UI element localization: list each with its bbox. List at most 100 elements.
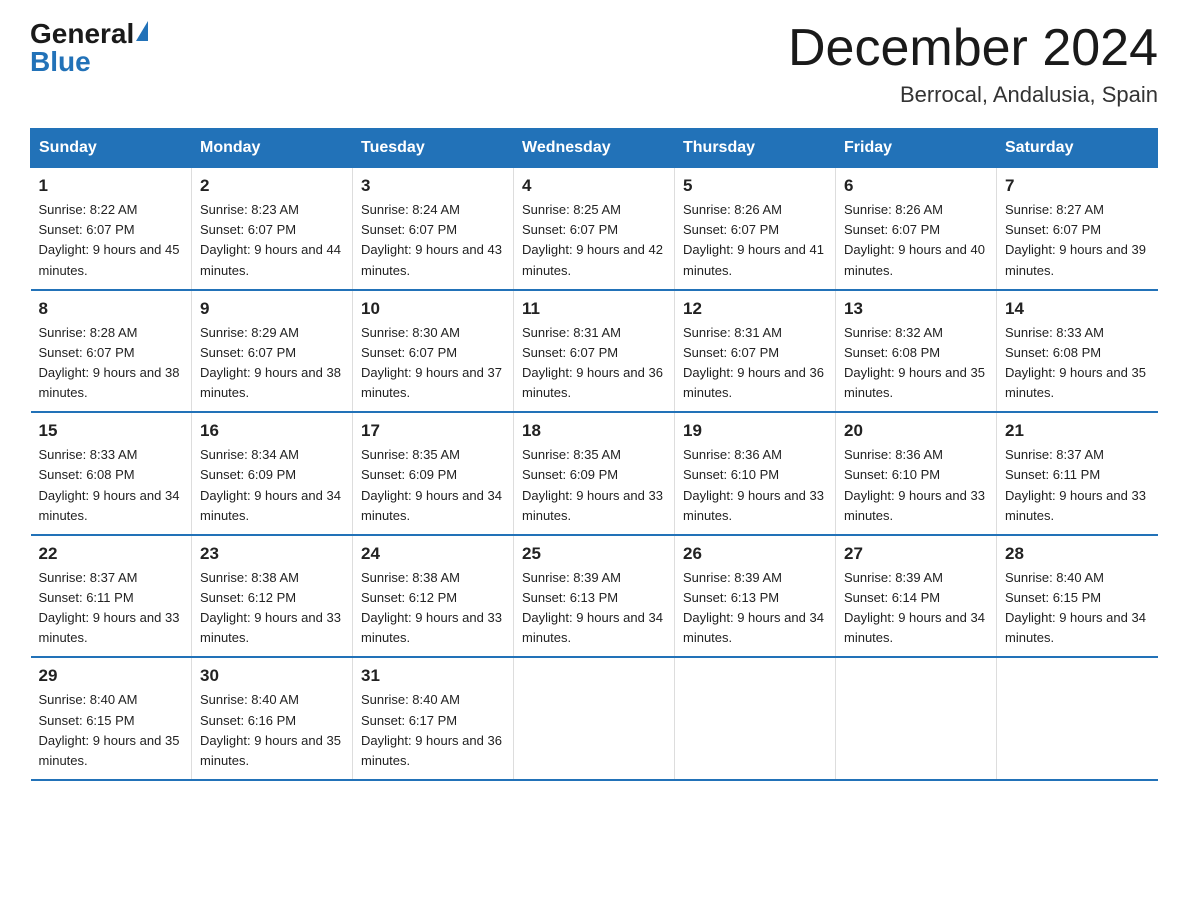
- calendar-cell: 27 Sunrise: 8:39 AMSunset: 6:14 PMDayligh…: [836, 535, 997, 658]
- day-info: Sunrise: 8:32 AMSunset: 6:08 PMDaylight:…: [844, 323, 988, 404]
- day-number: 5: [683, 176, 827, 196]
- header-day-wednesday: Wednesday: [514, 129, 675, 168]
- calendar-cell: 28 Sunrise: 8:40 AMSunset: 6:15 PMDayligh…: [997, 535, 1158, 658]
- week-row-3: 15Sunrise: 8:33 AMSunset: 6:08 PMDayligh…: [31, 412, 1158, 535]
- day-info: Sunrise: 8:40 AMSunset: 6:15 PMDaylight:…: [39, 690, 184, 771]
- day-info: Sunrise: 8:38 AMSunset: 6:12 PMDaylight:…: [200, 568, 344, 649]
- day-info: Sunrise: 8:37 AMSunset: 6:11 PMDaylight:…: [1005, 445, 1150, 526]
- calendar-cell: 8 Sunrise: 8:28 AMSunset: 6:07 PMDaylight…: [31, 290, 192, 413]
- calendar-cell: 30 Sunrise: 8:40 AMSunset: 6:16 PMDayligh…: [192, 657, 353, 780]
- day-number: 22: [39, 544, 184, 564]
- header-day-tuesday: Tuesday: [353, 129, 514, 168]
- week-row-2: 8 Sunrise: 8:28 AMSunset: 6:07 PMDaylight…: [31, 290, 1158, 413]
- title-block: December 2024 Berrocal, Andalusia, Spain: [788, 20, 1158, 108]
- day-info: Sunrise: 8:31 AMSunset: 6:07 PMDaylight:…: [522, 323, 666, 404]
- calendar-cell: 3 Sunrise: 8:24 AMSunset: 6:07 PMDaylight…: [353, 168, 514, 290]
- day-number: 14: [1005, 299, 1150, 319]
- day-number: 3: [361, 176, 505, 196]
- day-number: 7: [1005, 176, 1150, 196]
- month-title: December 2024: [788, 20, 1158, 77]
- day-number: 31: [361, 666, 505, 686]
- day-number: 4: [522, 176, 666, 196]
- logo: General Blue: [30, 20, 148, 76]
- day-number: 28: [1005, 544, 1150, 564]
- day-info: Sunrise: 8:38 AMSunset: 6:12 PMDaylight:…: [361, 568, 505, 649]
- calendar-cell: 11 Sunrise: 8:31 AMSunset: 6:07 PMDayligh…: [514, 290, 675, 413]
- day-number: 25: [522, 544, 666, 564]
- day-info: Sunrise: 8:33 AMSunset: 6:08 PMDaylight:…: [1005, 323, 1150, 404]
- calendar-cell: 24 Sunrise: 8:38 AMSunset: 6:12 PMDayligh…: [353, 535, 514, 658]
- logo-triangle-icon: [136, 21, 148, 41]
- day-info: Sunrise: 8:24 AMSunset: 6:07 PMDaylight:…: [361, 200, 505, 281]
- day-number: 13: [844, 299, 988, 319]
- calendar-cell: 18Sunrise: 8:35 AMSunset: 6:09 PMDayligh…: [514, 412, 675, 535]
- calendar-cell: 26 Sunrise: 8:39 AMSunset: 6:13 PMDayligh…: [675, 535, 836, 658]
- day-number: 30: [200, 666, 344, 686]
- day-number: 26: [683, 544, 827, 564]
- day-info: Sunrise: 8:39 AMSunset: 6:13 PMDaylight:…: [683, 568, 827, 649]
- calendar-cell: 19 Sunrise: 8:36 AMSunset: 6:10 PMDayligh…: [675, 412, 836, 535]
- page-header: General Blue December 2024 Berrocal, And…: [30, 20, 1158, 108]
- header-day-sunday: Sunday: [31, 129, 192, 168]
- calendar-cell: 4 Sunrise: 8:25 AMSunset: 6:07 PMDaylight…: [514, 168, 675, 290]
- week-row-4: 22 Sunrise: 8:37 AMSunset: 6:11 PMDayligh…: [31, 535, 1158, 658]
- header-day-saturday: Saturday: [997, 129, 1158, 168]
- calendar-cell: 7Sunrise: 8:27 AMSunset: 6:07 PMDaylight…: [997, 168, 1158, 290]
- day-info: Sunrise: 8:39 AMSunset: 6:14 PMDaylight:…: [844, 568, 988, 649]
- day-number: 29: [39, 666, 184, 686]
- day-info: Sunrise: 8:40 AMSunset: 6:17 PMDaylight:…: [361, 690, 505, 771]
- day-info: Sunrise: 8:36 AMSunset: 6:10 PMDaylight:…: [844, 445, 988, 526]
- day-info: Sunrise: 8:40 AMSunset: 6:16 PMDaylight:…: [200, 690, 344, 771]
- day-number: 17: [361, 421, 505, 441]
- week-row-5: 29 Sunrise: 8:40 AMSunset: 6:15 PMDayligh…: [31, 657, 1158, 780]
- calendar-cell: 31 Sunrise: 8:40 AMSunset: 6:17 PMDayligh…: [353, 657, 514, 780]
- day-number: 27: [844, 544, 988, 564]
- day-info: Sunrise: 8:35 AMSunset: 6:09 PMDaylight:…: [522, 445, 666, 526]
- day-info: Sunrise: 8:40 AMSunset: 6:15 PMDaylight:…: [1005, 568, 1150, 649]
- calendar-cell: [997, 657, 1158, 780]
- calendar-header: SundayMondayTuesdayWednesdayThursdayFrid…: [31, 129, 1158, 168]
- calendar-cell: 9 Sunrise: 8:29 AMSunset: 6:07 PMDaylight…: [192, 290, 353, 413]
- logo-blue-text: Blue: [30, 48, 91, 76]
- day-number: 12: [683, 299, 827, 319]
- day-number: 2: [200, 176, 344, 196]
- calendar-cell: 6Sunrise: 8:26 AMSunset: 6:07 PMDaylight…: [836, 168, 997, 290]
- calendar-cell: 12 Sunrise: 8:31 AMSunset: 6:07 PMDayligh…: [675, 290, 836, 413]
- day-number: 10: [361, 299, 505, 319]
- day-number: 24: [361, 544, 505, 564]
- day-info: Sunrise: 8:37 AMSunset: 6:11 PMDaylight:…: [39, 568, 184, 649]
- day-number: 11: [522, 299, 666, 319]
- logo-general-text: General: [30, 20, 134, 48]
- calendar-cell: [514, 657, 675, 780]
- calendar-cell: 13 Sunrise: 8:32 AMSunset: 6:08 PMDayligh…: [836, 290, 997, 413]
- day-info: Sunrise: 8:22 AMSunset: 6:07 PMDaylight:…: [39, 200, 184, 281]
- day-info: Sunrise: 8:26 AMSunset: 6:07 PMDaylight:…: [683, 200, 827, 281]
- day-number: 6: [844, 176, 988, 196]
- day-number: 19: [683, 421, 827, 441]
- calendar-cell: 17 Sunrise: 8:35 AMSunset: 6:09 PMDayligh…: [353, 412, 514, 535]
- day-info: Sunrise: 8:35 AMSunset: 6:09 PMDaylight:…: [361, 445, 505, 526]
- day-info: Sunrise: 8:34 AMSunset: 6:09 PMDaylight:…: [200, 445, 344, 526]
- day-number: 8: [39, 299, 184, 319]
- day-info: Sunrise: 8:39 AMSunset: 6:13 PMDaylight:…: [522, 568, 666, 649]
- calendar-body: 1Sunrise: 8:22 AMSunset: 6:07 PMDaylight…: [31, 168, 1158, 780]
- calendar-cell: 23Sunrise: 8:38 AMSunset: 6:12 PMDayligh…: [192, 535, 353, 658]
- calendar-cell: 5 Sunrise: 8:26 AMSunset: 6:07 PMDaylight…: [675, 168, 836, 290]
- day-info: Sunrise: 8:30 AMSunset: 6:07 PMDaylight:…: [361, 323, 505, 404]
- header-day-thursday: Thursday: [675, 129, 836, 168]
- calendar-table: SundayMondayTuesdayWednesdayThursdayFrid…: [30, 128, 1158, 781]
- calendar-cell: 1Sunrise: 8:22 AMSunset: 6:07 PMDaylight…: [31, 168, 192, 290]
- day-number: 9: [200, 299, 344, 319]
- day-info: Sunrise: 8:36 AMSunset: 6:10 PMDaylight:…: [683, 445, 827, 526]
- calendar-cell: [675, 657, 836, 780]
- day-number: 15: [39, 421, 184, 441]
- calendar-cell: 21Sunrise: 8:37 AMSunset: 6:11 PMDayligh…: [997, 412, 1158, 535]
- day-info: Sunrise: 8:25 AMSunset: 6:07 PMDaylight:…: [522, 200, 666, 281]
- day-info: Sunrise: 8:31 AMSunset: 6:07 PMDaylight:…: [683, 323, 827, 404]
- calendar-cell: 29 Sunrise: 8:40 AMSunset: 6:15 PMDayligh…: [31, 657, 192, 780]
- day-info: Sunrise: 8:29 AMSunset: 6:07 PMDaylight:…: [200, 323, 344, 404]
- header-day-friday: Friday: [836, 129, 997, 168]
- day-info: Sunrise: 8:28 AMSunset: 6:07 PMDaylight:…: [39, 323, 184, 404]
- calendar-cell: 14 Sunrise: 8:33 AMSunset: 6:08 PMDayligh…: [997, 290, 1158, 413]
- calendar-cell: 16Sunrise: 8:34 AMSunset: 6:09 PMDayligh…: [192, 412, 353, 535]
